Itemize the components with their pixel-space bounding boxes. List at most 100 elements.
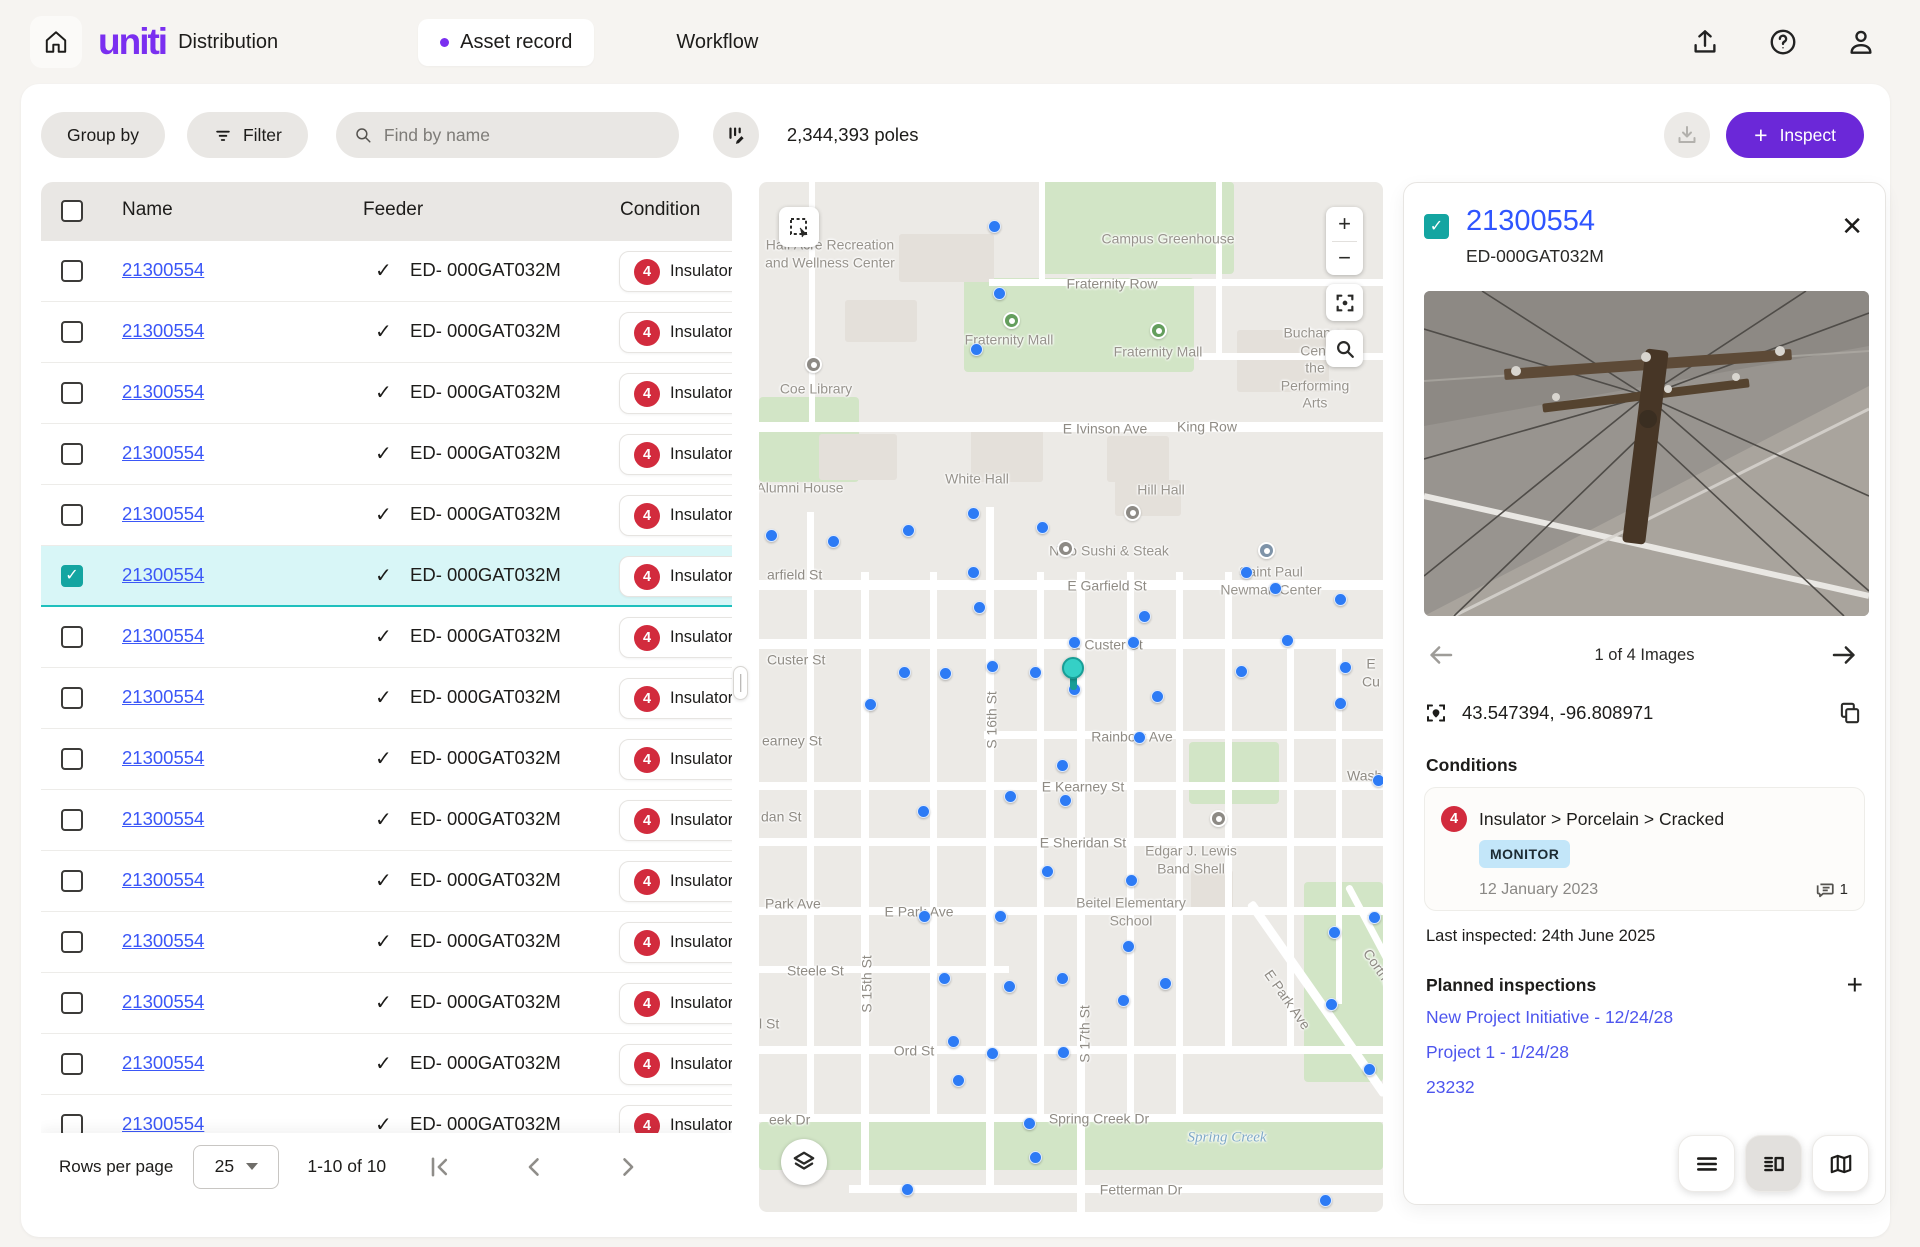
map-pole-marker[interactable]: [1055, 971, 1069, 985]
map-pole-marker[interactable]: [1239, 565, 1253, 579]
condition-chip[interactable]: 4 Insulator: [619, 251, 732, 292]
first-page-icon[interactable]: [426, 1153, 454, 1181]
download-button[interactable]: [1664, 112, 1711, 158]
pole-name-link[interactable]: 21300554: [122, 1052, 204, 1074]
map-search-button[interactable]: [1326, 330, 1363, 367]
map-pole-marker[interactable]: [1067, 635, 1081, 649]
map-pole-marker[interactable]: [966, 565, 980, 579]
map-pole-marker[interactable]: [1003, 789, 1017, 803]
table-row[interactable]: 21300554 ✓ ED- 000GAT032M 4 Insulator: [41, 668, 732, 729]
selected-pole-pin[interactable]: [1062, 657, 1084, 679]
table-row[interactable]: 21300554 ✓ ED- 000GAT032M 4 Insulator: [41, 1034, 732, 1095]
row-checkbox[interactable]: [61, 504, 83, 526]
map-pole-marker[interactable]: [1318, 1193, 1332, 1207]
map-pole-marker[interactable]: [937, 971, 951, 985]
column-header-condition[interactable]: Condition: [620, 199, 700, 221]
planned-inspection-link[interactable]: 23232: [1426, 1077, 1673, 1112]
previous-image-button[interactable]: [1426, 638, 1460, 672]
condition-chip[interactable]: 4 Insulator: [619, 434, 732, 475]
map-pole-marker[interactable]: [1150, 689, 1164, 703]
map-pole-marker[interactable]: [897, 665, 911, 679]
row-checkbox[interactable]: [61, 992, 83, 1014]
map-pole-marker[interactable]: [1333, 696, 1347, 710]
map-pole-marker[interactable]: [1040, 864, 1054, 878]
recenter-button[interactable]: [1326, 284, 1363, 321]
next-page-icon[interactable]: [614, 1153, 642, 1181]
home-button[interactable]: [30, 16, 82, 68]
map-pole-marker[interactable]: [826, 534, 840, 548]
pole-name-link[interactable]: 21300554: [122, 747, 204, 769]
row-checkbox[interactable]: [61, 687, 83, 709]
map-pole-marker[interactable]: [985, 659, 999, 673]
row-checkbox[interactable]: [61, 1053, 83, 1075]
map-pole-marker[interactable]: [1055, 758, 1069, 772]
pole-name-link[interactable]: 21300554: [122, 442, 204, 464]
tab-asset-record[interactable]: Asset record: [418, 18, 595, 66]
detail-pole-title-link[interactable]: 21300554: [1466, 205, 1595, 238]
condition-chip[interactable]: 4 Insulator: [619, 739, 732, 780]
map-pole-marker[interactable]: [1280, 633, 1294, 647]
map-pole-marker[interactable]: [1058, 793, 1072, 807]
table-row[interactable]: 21300554 ✓ ED- 000GAT032M 4 Insulator: [41, 607, 732, 668]
planned-inspection-link[interactable]: New Project Initiative - 12/24/28: [1426, 1007, 1673, 1042]
condition-chip[interactable]: 4 Insulator: [619, 495, 732, 536]
map-pole-marker[interactable]: [1121, 939, 1135, 953]
pole-photo[interactable]: [1424, 291, 1869, 616]
map-pole-marker[interactable]: [1116, 993, 1130, 1007]
pole-name-link[interactable]: 21300554: [122, 259, 204, 281]
row-checkbox[interactable]: [61, 382, 83, 404]
planned-inspection-link[interactable]: Project 1 - 1/24/28: [1426, 1042, 1673, 1077]
pole-name-link[interactable]: 21300554: [122, 381, 204, 403]
filter-button[interactable]: Filter: [186, 112, 308, 158]
map-pole-marker[interactable]: [1234, 664, 1248, 678]
map-pole-marker[interactable]: [1362, 1062, 1376, 1076]
row-checkbox[interactable]: [61, 809, 83, 831]
edit-columns-button[interactable]: [712, 112, 759, 158]
split-view-button[interactable]: [1745, 1135, 1802, 1192]
pole-name-link[interactable]: 21300554: [122, 564, 204, 586]
table-row[interactable]: 21300554 ✓ ED- 000GAT032M 4 Insulator: [41, 729, 732, 790]
pole-name-link[interactable]: 21300554: [122, 869, 204, 891]
map-pole-marker[interactable]: [951, 1073, 965, 1087]
upload-icon[interactable]: [1690, 27, 1720, 57]
panel-resize-handle[interactable]: [733, 666, 748, 700]
row-checkbox[interactable]: [61, 565, 83, 587]
close-icon[interactable]: ✕: [1841, 213, 1863, 239]
map-pole-marker[interactable]: [900, 1182, 914, 1196]
pole-name-link[interactable]: 21300554: [122, 1113, 204, 1133]
pole-name-link[interactable]: 21300554: [122, 320, 204, 342]
map-pole-marker[interactable]: [1371, 773, 1383, 787]
table-row[interactable]: 21300554 ✓ ED- 000GAT032M 4 Insulator: [41, 485, 732, 546]
map-pole-marker[interactable]: [946, 1034, 960, 1048]
table-row[interactable]: 21300554 ✓ ED- 000GAT032M 4 Insulator: [41, 302, 732, 363]
group-by-button[interactable]: Group by: [41, 112, 165, 158]
zoom-in-button[interactable]: +: [1326, 207, 1363, 241]
pole-name-link[interactable]: 21300554: [122, 503, 204, 525]
map-pole-marker[interactable]: [993, 909, 1007, 923]
condition-chip[interactable]: 4 Insulator: [619, 1105, 732, 1133]
list-view-button[interactable]: [1678, 1135, 1735, 1192]
map-pole-marker[interactable]: [764, 528, 778, 542]
condition-chip[interactable]: 4 Insulator: [619, 800, 732, 841]
map-pole-marker[interactable]: [1132, 730, 1146, 744]
map-pole-marker[interactable]: [916, 804, 930, 818]
row-checkbox[interactable]: [61, 1114, 83, 1133]
table-row[interactable]: 21300554 ✓ ED- 000GAT032M 4 Insulator: [41, 546, 732, 607]
map-pole-marker[interactable]: [1028, 1150, 1042, 1164]
table-row[interactable]: 21300554 ✓ ED- 000GAT032M 4 Insulator: [41, 851, 732, 912]
map-pole-marker[interactable]: [1268, 581, 1282, 595]
marquee-select-button[interactable]: [779, 207, 819, 247]
condition-chip[interactable]: 4 Insulator: [619, 373, 732, 414]
table-row[interactable]: 21300554 ✓ ED- 000GAT032M 4 Insulator: [41, 241, 732, 302]
map-pole-marker[interactable]: [1137, 609, 1151, 623]
table-row[interactable]: 21300554 ✓ ED- 000GAT032M 4 Insulator: [41, 973, 732, 1034]
pole-name-link[interactable]: 21300554: [122, 686, 204, 708]
profile-icon[interactable]: [1846, 27, 1876, 57]
map-pole-marker[interactable]: [1324, 997, 1338, 1011]
next-image-button[interactable]: [1829, 638, 1863, 672]
copy-coordinates-button[interactable]: [1837, 699, 1865, 727]
map-pole-marker[interactable]: [972, 600, 986, 614]
previous-page-icon[interactable]: [520, 1153, 548, 1181]
table-row[interactable]: 21300554 ✓ ED- 000GAT032M 4 Insulator: [41, 424, 732, 485]
zoom-out-button[interactable]: −: [1326, 242, 1363, 276]
